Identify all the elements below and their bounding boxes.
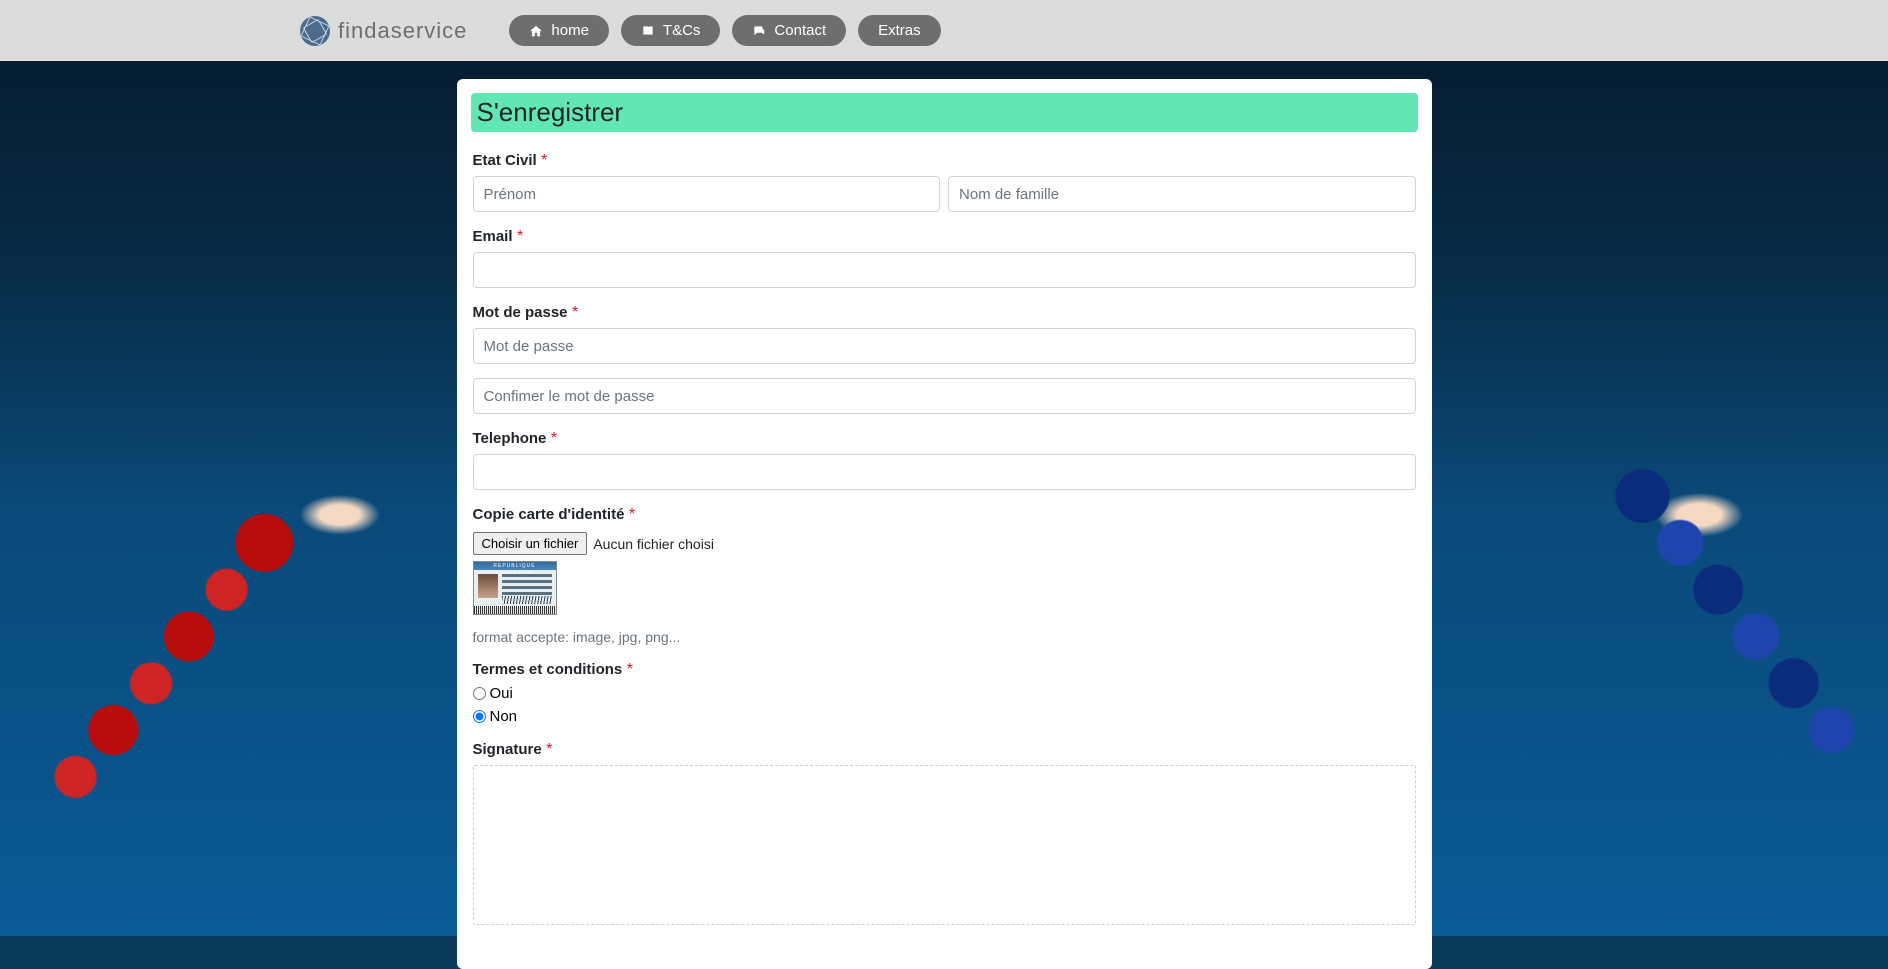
file-status-text: Aucun fichier choisi: [593, 536, 714, 552]
choose-file-button[interactable]: Choisir un fichier: [473, 532, 588, 555]
group-password: Mot de passe *: [473, 304, 1416, 414]
label-terms: Termes et conditions: [473, 661, 623, 678]
label-signature: Signature: [473, 741, 542, 758]
required-mark: *: [517, 228, 523, 245]
label-id-copy: Copie carte d'identité: [473, 506, 625, 523]
required-mark: *: [546, 741, 552, 758]
password-confirm-input[interactable]: [473, 378, 1416, 414]
label-password: Mot de passe: [473, 304, 568, 321]
nav-label: home: [551, 22, 589, 39]
label-etat-civil: Etat Civil: [473, 152, 537, 169]
terms-no-label: Non: [490, 708, 518, 725]
required-mark: *: [629, 506, 635, 523]
password-input[interactable]: [473, 328, 1416, 364]
home-icon: [529, 24, 543, 38]
required-mark: *: [572, 304, 578, 321]
telephone-input[interactable]: [473, 454, 1416, 490]
email-input[interactable]: [473, 252, 1416, 288]
nav-label: T&Cs: [663, 22, 701, 39]
group-telephone: Telephone *: [473, 430, 1416, 490]
required-mark: *: [627, 661, 633, 678]
signature-pad[interactable]: [473, 765, 1416, 925]
nav-extras[interactable]: Extras: [858, 15, 941, 46]
firstname-input[interactable]: [473, 176, 941, 212]
nav-tcs[interactable]: T&Cs: [621, 15, 721, 46]
group-signature: Signature *: [473, 741, 1416, 925]
book-icon: [641, 24, 655, 38]
label-telephone: Telephone: [473, 430, 547, 447]
terms-radio-no[interactable]: [473, 710, 486, 723]
nav-contact[interactable]: Contact: [732, 15, 846, 46]
label-email: Email: [473, 228, 513, 245]
nav-label: Extras: [878, 22, 921, 39]
group-etat-civil: Etat Civil *: [473, 152, 1416, 212]
terms-yes-label: Oui: [490, 685, 513, 702]
chat-icon: [752, 24, 766, 38]
form-card: S'enregistrer Etat Civil * Email * Mot d…: [457, 79, 1432, 969]
required-mark: *: [551, 430, 557, 447]
lastname-input[interactable]: [948, 176, 1416, 212]
top-nav: findaservice home T&Cs Contact Extras: [0, 0, 1888, 61]
brand[interactable]: findaservice: [300, 16, 467, 46]
id-card-preview-icon: REPUBLIQUE FRANCAISE: [473, 561, 557, 615]
group-id-copy: Copie carte d'identité * Choisir un fich…: [473, 506, 1416, 645]
terms-radio-yes[interactable]: [473, 687, 486, 700]
brand-logo-icon: [300, 16, 330, 46]
brand-name: findaservice: [338, 18, 467, 44]
nav-label: Contact: [774, 22, 826, 39]
group-terms: Termes et conditions * Oui Non: [473, 661, 1416, 725]
registration-form: Etat Civil * Email * Mot de passe * Tele…: [471, 132, 1418, 929]
nav-home[interactable]: home: [509, 15, 609, 46]
file-format-hint: format accepte: image, jpg, png...: [473, 629, 1416, 645]
page-title: S'enregistrer: [471, 93, 1418, 132]
group-email: Email *: [473, 228, 1416, 288]
required-mark: *: [541, 152, 547, 169]
